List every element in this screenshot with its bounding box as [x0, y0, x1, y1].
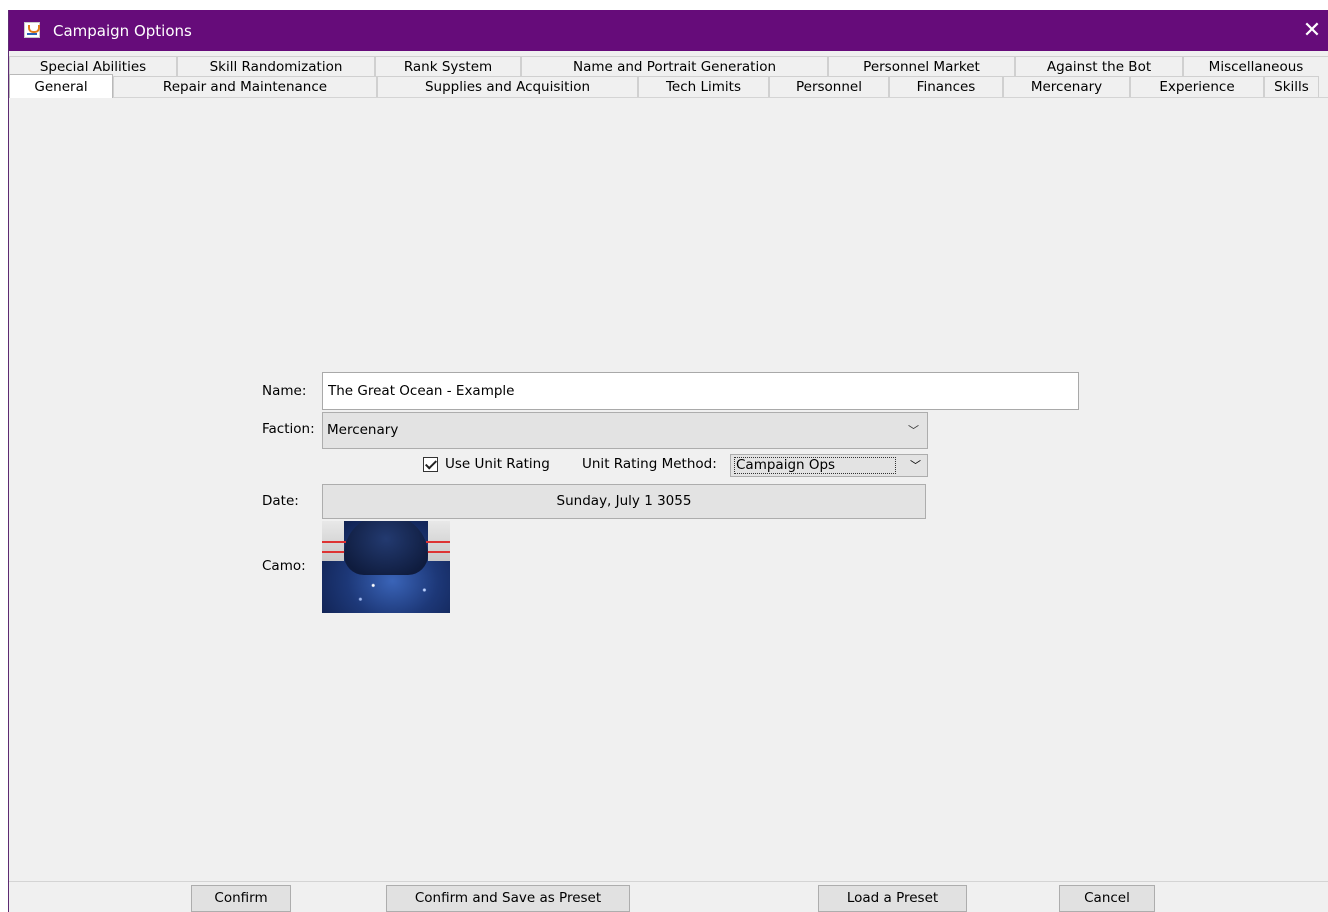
title-bar: Campaign Options ✕ — [9, 10, 1328, 51]
tab-supplies-acquisition[interactable]: Supplies and Acquisition — [377, 76, 638, 97]
unit-rating-method-label: Unit Rating Method: — [582, 456, 717, 472]
camo-figure — [344, 521, 428, 575]
campaign-name-input[interactable] — [322, 372, 1079, 410]
campaign-options-window: Campaign Options ✕ Special Abilities Ski… — [8, 10, 1328, 912]
tab-name-portrait-generation[interactable]: Name and Portrait Generation — [521, 56, 828, 77]
confirm-button[interactable]: Confirm — [191, 885, 291, 912]
camo-stripe-right — [426, 541, 450, 553]
tab-mercenary[interactable]: Mercenary — [1003, 76, 1130, 97]
tab-row-2: General Repair and Maintenance Supplies … — [9, 74, 1328, 98]
tab-experience[interactable]: Experience — [1130, 76, 1264, 97]
unit-rating-method-select[interactable]: Campaign Ops ﹀ — [730, 454, 928, 477]
chevron-down-icon: ﹀ — [908, 424, 919, 437]
use-unit-rating-checkbox[interactable] — [423, 457, 438, 472]
camo-image-button[interactable] — [322, 521, 450, 613]
use-unit-rating-label: Use Unit Rating — [445, 456, 550, 472]
faction-label: Faction: — [262, 421, 315, 437]
tab-row-1: Special Abilities Skill Randomization Ra… — [9, 56, 1328, 77]
tab-content-border — [9, 97, 1328, 98]
tab-rank-system[interactable]: Rank System — [375, 56, 521, 77]
close-icon[interactable]: ✕ — [1295, 10, 1328, 51]
cancel-button[interactable]: Cancel — [1059, 885, 1155, 912]
java-cup-icon — [24, 22, 40, 38]
tab-personnel[interactable]: Personnel — [769, 76, 889, 97]
tab-finances[interactable]: Finances — [889, 76, 1003, 97]
tab-miscellaneous[interactable]: Miscellaneous — [1183, 56, 1328, 77]
camo-stripe-left — [322, 541, 346, 553]
button-bar-separator — [9, 881, 1328, 882]
confirm-save-preset-button[interactable]: Confirm and Save as Preset — [386, 885, 630, 912]
tab-personnel-market[interactable]: Personnel Market — [828, 56, 1015, 77]
load-preset-button[interactable]: Load a Preset — [818, 885, 967, 912]
window-title: Campaign Options — [53, 22, 192, 40]
date-button[interactable]: Sunday, July 1 3055 — [322, 484, 926, 519]
date-label: Date: — [262, 493, 299, 509]
tab-skill-randomization[interactable]: Skill Randomization — [177, 56, 375, 77]
faction-select[interactable]: Mercenary ﹀ — [322, 412, 928, 449]
unit-rating-method-value: Campaign Ops — [734, 457, 896, 474]
tab-general[interactable]: General — [9, 74, 113, 98]
tab-against-the-bot[interactable]: Against the Bot — [1015, 56, 1183, 77]
name-label: Name: — [262, 383, 307, 399]
tab-repair-maintenance[interactable]: Repair and Maintenance — [113, 76, 377, 97]
tab-tech-limits[interactable]: Tech Limits — [638, 76, 769, 97]
camo-label: Camo: — [262, 558, 306, 574]
chevron-down-icon: ﹀ — [910, 459, 921, 472]
tab-skills[interactable]: Skills — [1264, 76, 1319, 97]
faction-value: Mercenary — [327, 422, 399, 438]
